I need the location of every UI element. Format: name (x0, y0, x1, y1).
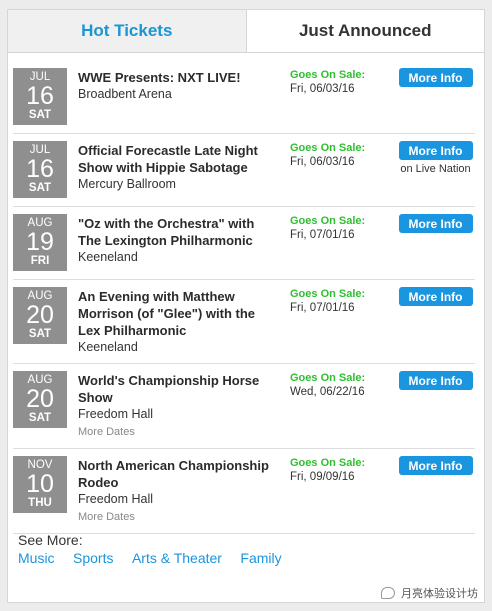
event-action: More Info (398, 287, 473, 355)
event-weekday: SAT (28, 109, 52, 121)
link-arts-theater[interactable]: Arts & Theater (132, 550, 222, 566)
event-action: More Info (398, 456, 473, 525)
tab-bar: Hot Tickets Just Announced (8, 10, 484, 53)
on-sale-label: Goes On Sale: (290, 457, 366, 469)
watermark-text: 月亮体验设计坊 (401, 588, 478, 600)
on-sale-label: Goes On Sale: (290, 142, 366, 154)
on-sale-label: Goes On Sale: (290, 288, 366, 300)
event-info: World's Championship Horse Show Freedom … (78, 371, 278, 440)
event-list: JUL 16 SAT WWE Presents: NXT LIVE! Broad… (8, 53, 484, 534)
date-block: AUG 20 SAT (13, 371, 67, 428)
date-block: JUL 16 SAT (13, 68, 67, 125)
event-day: 20 (26, 385, 54, 413)
event-row: NOV 10 THU North American Championship R… (13, 449, 475, 534)
on-sale-label: Goes On Sale: (290, 215, 366, 227)
event-row: AUG 20 SAT An Evening with Matthew Morri… (13, 280, 475, 364)
more-info-button[interactable]: More Info (398, 456, 473, 475)
on-sale-info: Goes On Sale: Wed, 06/22/16 (290, 372, 398, 440)
more-info-button[interactable]: More Info (398, 68, 473, 87)
link-sports[interactable]: Sports (73, 550, 113, 566)
event-weekday: THU (28, 497, 52, 509)
link-music[interactable]: Music (18, 550, 55, 566)
on-sale-date: Fri, 07/01/16 (290, 302, 355, 314)
more-info-button[interactable]: More Info (398, 371, 473, 390)
event-info: Official Forecastle Late Night Show with… (78, 141, 278, 198)
on-sale-info: Goes On Sale: Fri, 07/01/16 (290, 288, 398, 355)
more-info-button[interactable]: More Info (398, 214, 473, 233)
event-venue: Broadbent Arena (78, 87, 172, 101)
event-action: More Info (398, 68, 473, 125)
event-title[interactable]: WWE Presents: NXT LIVE! (78, 69, 278, 86)
watermark: 月亮体验设计坊 (381, 585, 478, 601)
event-venue: Freedom Hall (78, 407, 154, 421)
wechat-icon (381, 587, 395, 599)
event-action: More Info on Live Nation (398, 141, 473, 198)
event-weekday: SAT (28, 412, 52, 424)
event-info: WWE Presents: NXT LIVE! Broadbent Arena (78, 68, 278, 125)
category-links: Music Sports Arts & Theater Family (18, 550, 296, 568)
on-sale-info: Goes On Sale: Fri, 06/03/16 (290, 69, 398, 125)
event-action: More Info (398, 214, 473, 271)
more-dates-link[interactable]: More Dates (78, 509, 278, 525)
event-day: 19 (26, 228, 54, 256)
event-title[interactable]: "Oz with the Orchestra" with The Lexingt… (78, 215, 278, 249)
event-day: 16 (26, 155, 54, 183)
on-sale-info: Goes On Sale: Fri, 06/03/16 (290, 142, 398, 198)
date-block: NOV 10 THU (13, 456, 67, 513)
event-venue: Keeneland (78, 340, 138, 354)
ticket-panel: Hot Tickets Just Announced JUL 16 SAT WW… (7, 9, 485, 603)
event-row: AUG 19 FRI "Oz with the Orchestra" with … (13, 207, 475, 280)
event-action: More Info (398, 371, 473, 440)
tab-just-announced[interactable]: Just Announced (245, 10, 484, 52)
event-info: "Oz with the Orchestra" with The Lexingt… (78, 214, 278, 271)
link-family[interactable]: Family (240, 550, 281, 566)
on-sale-info: Goes On Sale: Fri, 07/01/16 (290, 215, 398, 271)
event-info: An Evening with Matthew Morrison (of "Gl… (78, 287, 278, 355)
event-day: 20 (26, 301, 54, 329)
on-sale-date: Fri, 06/03/16 (290, 156, 355, 168)
date-block: AUG 19 FRI (13, 214, 67, 271)
on-sale-date: Fri, 07/01/16 (290, 229, 355, 241)
event-weekday: SAT (28, 182, 52, 194)
on-sale-date: Fri, 06/03/16 (290, 83, 355, 95)
on-sale-date: Wed, 06/22/16 (290, 386, 365, 398)
more-dates-link[interactable]: More Dates (78, 424, 278, 440)
event-day: 10 (26, 470, 54, 498)
event-venue: Keeneland (78, 250, 138, 264)
on-sale-label: Goes On Sale: (290, 372, 366, 384)
see-more-section: See More: Music Sports Arts & Theater Fa… (18, 531, 296, 568)
event-title[interactable]: An Evening with Matthew Morrison (of "Gl… (78, 288, 278, 339)
event-title[interactable]: World's Championship Horse Show (78, 372, 278, 406)
event-title[interactable]: North American Championship Rodeo (78, 457, 278, 491)
date-block: JUL 16 SAT (13, 141, 67, 198)
live-nation-note: on Live Nation (400, 163, 471, 175)
event-row: AUG 20 SAT World's Championship Horse Sh… (13, 364, 475, 449)
event-day: 16 (26, 82, 54, 110)
date-block: AUG 20 SAT (13, 287, 67, 344)
more-info-button[interactable]: More Info (398, 287, 473, 306)
event-weekday: FRI (30, 255, 50, 267)
tab-hot-tickets[interactable]: Hot Tickets (8, 10, 246, 52)
on-sale-date: Fri, 09/09/16 (290, 471, 355, 483)
event-info: North American Championship Rodeo Freedo… (78, 456, 278, 525)
event-row: JUL 16 SAT Official Forecastle Late Nigh… (13, 134, 475, 207)
more-info-button[interactable]: More Info (398, 141, 473, 160)
event-venue: Freedom Hall (78, 492, 154, 506)
on-sale-label: Goes On Sale: (290, 69, 366, 81)
event-title[interactable]: Official Forecastle Late Night Show with… (78, 142, 278, 176)
see-more-label: See More: (18, 532, 83, 548)
on-sale-info: Goes On Sale: Fri, 09/09/16 (290, 457, 398, 525)
event-row: JUL 16 SAT WWE Presents: NXT LIVE! Broad… (13, 61, 475, 134)
event-weekday: SAT (28, 328, 52, 340)
event-venue: Mercury Ballroom (78, 177, 176, 191)
